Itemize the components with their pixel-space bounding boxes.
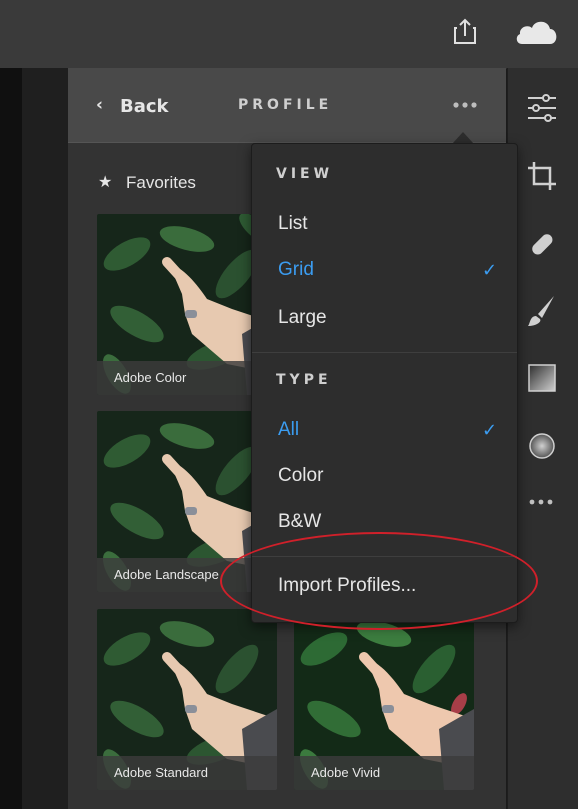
cloud-icon[interactable] [514,16,560,46]
panel-title: PROFILE [238,97,333,113]
highlight-ellipse [220,532,538,630]
crop-icon[interactable] [524,158,560,194]
type-section-heading: TYPE [276,372,332,388]
checkmark-icon: ✓ [482,420,498,441]
star-icon: ★ [98,172,113,191]
menu-item-label: Color [278,465,324,486]
brush-icon[interactable] [524,292,560,328]
left-gutter [22,68,68,809]
back-button[interactable]: ‹ Back [96,95,186,119]
profile-thumb-adobe-standard[interactable]: Adobe Standard [97,609,277,790]
type-color-item[interactable]: Color [252,460,517,496]
profile-name: Adobe Standard [97,756,277,790]
profile-thumb-adobe-color[interactable]: Adobe Color [97,214,252,395]
radial-gradient-icon[interactable] [526,430,558,462]
menu-item-label: B&W [278,511,322,532]
top-toolbar [0,0,578,69]
left-edge [0,68,22,809]
menu-item-label: All [278,419,300,440]
menu-item-label: Large [278,307,327,328]
profile-name: Adobe Vivid [294,756,474,790]
view-section-heading: VIEW [276,166,334,182]
view-large-item[interactable]: Large [252,302,517,338]
favorites-section: ★ Favorites [98,172,228,194]
view-list-item[interactable]: List [252,208,517,244]
linear-gradient-icon[interactable] [526,362,558,394]
share-icon[interactable] [452,16,478,46]
type-all-item[interactable]: All ✓ [252,414,517,450]
favorites-label: Favorites [126,173,196,192]
menu-item-label: List [278,213,308,234]
healing-icon[interactable] [524,226,560,262]
back-label: Back [120,96,169,117]
menu-item-label: Grid [278,259,314,280]
ellipsis-icon[interactable] [451,95,483,115]
menu-divider [252,352,517,353]
chevron-left-icon: ‹ [96,95,104,115]
more-tools-icon[interactable] [526,494,558,510]
view-grid-item[interactable]: Grid ✓ [252,254,517,290]
profile-thumb-adobe-vivid[interactable]: Adobe Vivid [294,609,474,790]
profile-name: Adobe Color [97,361,252,395]
sliders-icon[interactable] [522,90,562,126]
checkmark-icon: ✓ [482,260,498,281]
